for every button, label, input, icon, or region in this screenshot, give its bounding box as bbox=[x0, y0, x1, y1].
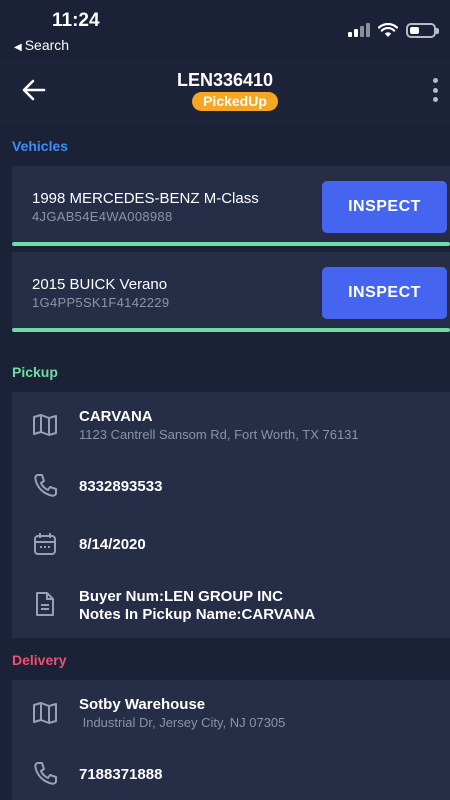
pickup-phone-row[interactable]: 8332893533 bbox=[12, 472, 450, 530]
pickup-location-row[interactable]: CARVANA 1123 Cantrell Sansom Rd, Fort Wo… bbox=[12, 392, 450, 472]
delivery-name: Sotby Warehouse bbox=[79, 696, 206, 713]
delivery-location-row[interactable]: Sotby Warehouse Industrial Dr, Jersey Ci… bbox=[12, 680, 450, 760]
status-time: 11:24 bbox=[52, 10, 100, 31]
vehicle-vin: 4JGAB54E4WA008988 bbox=[32, 209, 173, 224]
pickup-notes-buyer: Buyer Num:LEN GROUP INC bbox=[79, 588, 283, 605]
delivery-address: Industrial Dr, Jersey City, NJ 07305 bbox=[79, 715, 286, 730]
delivery-card: Sotby Warehouse Industrial Dr, Jersey Ci… bbox=[12, 680, 450, 800]
app-header: LEN336410 PickedUp bbox=[0, 60, 450, 124]
inspect-button[interactable]: INSPECT bbox=[322, 267, 447, 319]
document-icon bbox=[36, 592, 54, 616]
wifi-icon bbox=[378, 22, 398, 37]
pickup-card: CARVANA 1123 Cantrell Sansom Rd, Fort Wo… bbox=[12, 392, 450, 638]
vehicle-vin: 1G4PP5SK1F4142229 bbox=[32, 295, 170, 310]
pickup-phone: 8332893533 bbox=[79, 478, 163, 495]
phone-icon bbox=[34, 474, 57, 497]
map-icon bbox=[33, 702, 57, 724]
cellular-signal-icon bbox=[348, 23, 370, 37]
phone-icon bbox=[34, 762, 57, 785]
status-icons bbox=[348, 20, 439, 40]
map-icon bbox=[33, 414, 57, 436]
inspection-progress-bar bbox=[12, 328, 450, 332]
section-title-delivery: Delivery bbox=[12, 652, 67, 668]
section-title-pickup: Pickup bbox=[12, 364, 58, 380]
pickup-date-row: 8/14/2020 bbox=[12, 530, 450, 588]
pickup-name: CARVANA bbox=[79, 408, 153, 425]
status-bar: 11:24 ◀ Search bbox=[0, 0, 450, 60]
pickup-address: 1123 Cantrell Sansom Rd, Fort Worth, TX … bbox=[79, 427, 359, 442]
pickup-date: 8/14/2020 bbox=[79, 536, 146, 553]
inspection-progress-bar bbox=[12, 242, 450, 246]
back-to-search-link[interactable]: ◀ Search bbox=[14, 37, 69, 53]
delivery-phone-row[interactable]: 7188371888 bbox=[12, 760, 450, 800]
vehicle-name: 1998 MERCEDES-BENZ M-Class bbox=[32, 190, 259, 207]
status-badge: PickedUp bbox=[192, 92, 278, 111]
vehicle-card: 1998 MERCEDES-BENZ M-Class 4JGAB54E4WA00… bbox=[12, 166, 450, 246]
pickup-notes-name: Notes In Pickup Name:CARVANA bbox=[79, 606, 316, 623]
order-number-title: LEN336410 bbox=[176, 70, 274, 90]
back-app-label: Search bbox=[24, 37, 70, 53]
section-title-vehicles: Vehicles bbox=[12, 138, 69, 154]
vehicle-card: 2015 BUICK Verano 1G4PP5SK1F4142229 INSP… bbox=[12, 252, 450, 332]
delivery-phone: 7188371888 bbox=[79, 766, 163, 783]
pickup-notes-row: Buyer Num:LEN GROUP INC Notes In Pickup … bbox=[12, 582, 450, 638]
battery-icon bbox=[406, 22, 439, 38]
back-triangle-icon: ◀ bbox=[14, 42, 22, 53]
more-options-icon[interactable] bbox=[432, 78, 438, 102]
vehicle-name: 2015 BUICK Verano bbox=[32, 276, 168, 293]
inspect-button[interactable]: INSPECT bbox=[322, 181, 447, 233]
calendar-icon bbox=[34, 533, 56, 555]
